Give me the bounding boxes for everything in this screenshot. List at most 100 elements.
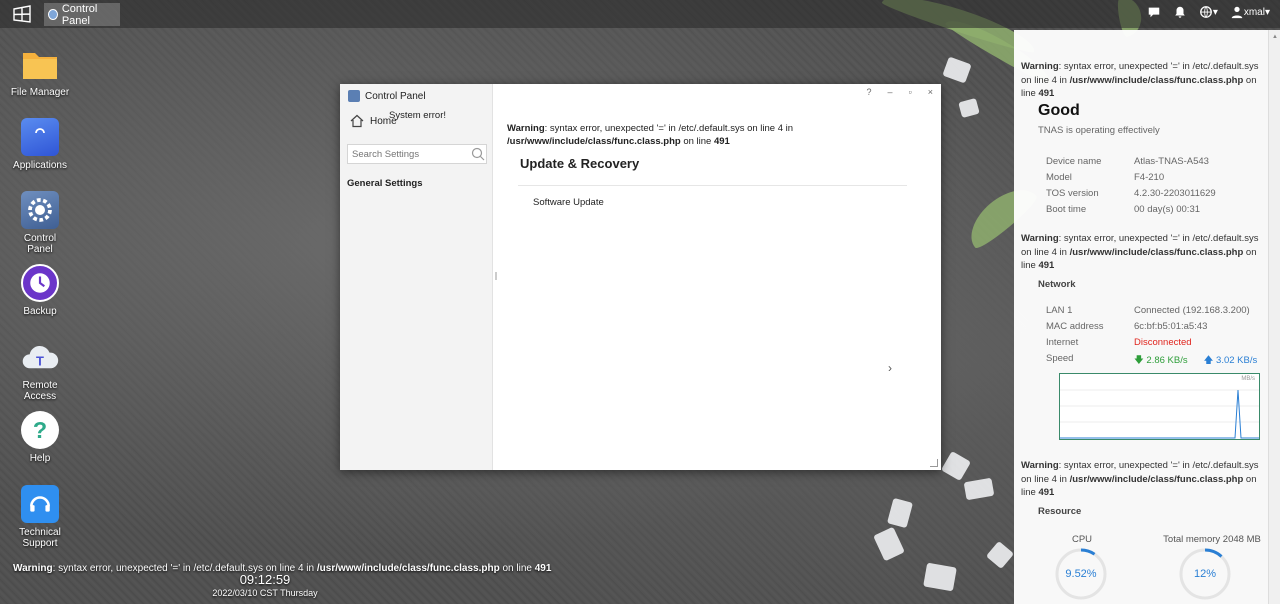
row-key: Speed — [1046, 353, 1074, 364]
desktop-icon-label: Technical Support — [19, 527, 61, 549]
desktop-icon-backup[interactable]: Backup — [0, 264, 80, 317]
status-subtitle: TNAS is operating effectively — [1038, 125, 1160, 136]
row-value: F4-210 — [1134, 172, 1165, 183]
background-salt — [940, 450, 972, 482]
desktop-icon-help[interactable]: ? Help — [0, 411, 80, 464]
background-salt — [942, 56, 972, 84]
warning-text: : syntax error, unexpected '=' in /etc/.… — [544, 123, 794, 134]
cloud-icon: T — [21, 338, 59, 376]
network-section-title: Network — [1038, 279, 1076, 290]
scroll-up-icon[interactable]: ▲ — [1272, 34, 1278, 40]
warning-path: /usr/www/include/class/func.class.php — [507, 136, 681, 147]
clock-time: 09:12:59 — [239, 572, 291, 587]
system-tray: ▾ xmal ▾ — [1147, 5, 1270, 19]
download-speed-value: 2.86 KB/s — [1146, 355, 1188, 366]
status-panel-scrollbar[interactable]: ▲ — [1268, 30, 1280, 604]
chat-icon[interactable] — [1147, 5, 1161, 19]
headset-icon — [21, 485, 59, 523]
sidebar-item-general-settings[interactable]: General Settings — [347, 178, 423, 189]
shopping-bag-icon — [21, 118, 59, 156]
upload-speed-value: 3.02 KB/s — [1216, 355, 1258, 366]
background-salt — [873, 526, 905, 562]
model-row: Model F4-210 — [1046, 172, 1266, 183]
warning-path: /usr/www/include/class/func.class.php — [1069, 473, 1244, 485]
search-settings-input[interactable] — [347, 144, 487, 164]
warning-prefix: Warning — [1021, 61, 1059, 72]
background-salt — [958, 97, 980, 119]
php-warning: Warning: syntax error, unexpected '=' in… — [1021, 459, 1259, 500]
background-salt — [923, 562, 957, 592]
warning-line: 491 — [1038, 260, 1055, 271]
network-speed-chart: MB/s — [1059, 373, 1260, 440]
window-title-bar[interactable]: Control Panel — [348, 90, 426, 102]
warning-path: /usr/www/include/class/func.class.php — [1069, 246, 1244, 258]
background-salt — [963, 477, 995, 501]
home-icon — [350, 114, 364, 128]
bell-icon[interactable] — [1173, 5, 1187, 19]
desktop-icon-label: Help — [29, 453, 51, 464]
download-speed: 🡇 2.86 KB/s — [1134, 353, 1188, 369]
search-icon[interactable] — [471, 147, 485, 161]
svg-text:T: T — [36, 354, 44, 369]
cpu-value: 9.52% — [1065, 568, 1097, 580]
chevron-right-icon[interactable]: › — [888, 361, 892, 375]
desktop-icon-label: Control Panel — [23, 233, 57, 255]
warning-mid: on line — [499, 563, 535, 574]
desktop-icon-control-panel[interactable]: Control Panel — [0, 191, 80, 255]
status-title: Good — [1038, 102, 1080, 119]
speed-row: Speed 🡇 2.86 KB/s 🡅 3.02 KB/s — [1046, 353, 1266, 369]
row-key: LAN 1 — [1046, 305, 1073, 316]
row-key: Device name — [1046, 156, 1102, 167]
mac-address-row: MAC address 6c:bf:b5:01:a5:43 — [1046, 321, 1266, 332]
warning-line: 491 — [534, 563, 552, 574]
software-update-item[interactable]: Software Update — [533, 197, 604, 208]
row-key: MAC address — [1046, 321, 1104, 332]
warning-line: 491 — [1038, 487, 1055, 498]
warning-prefix: Warning — [1021, 233, 1059, 244]
divider — [518, 185, 907, 186]
taskbar-item-label: Control Panel — [61, 2, 98, 27]
cpu-label: CPU — [1071, 534, 1093, 545]
question-icon: ? — [21, 411, 59, 449]
download-series-line — [1060, 389, 1259, 439]
warning-prefix: Warning — [1021, 460, 1059, 471]
memory-value: 12% — [1193, 568, 1217, 580]
desktop-icon-label: Applications — [13, 160, 67, 171]
desktop-icon-file-manager[interactable]: File Manager — [0, 45, 80, 98]
arrow-down-icon: 🡇 — [1134, 355, 1144, 366]
internet-status: Disconnected — [1134, 337, 1192, 348]
gear-icon — [21, 191, 59, 229]
svg-text:?: ? — [33, 417, 47, 443]
php-warning: Warning: syntax error, unexpected '=' in… — [1021, 232, 1259, 273]
warning-mid: on line — [680, 136, 714, 147]
desktop-clock: 09:12:59 2022/03/10 CST Thursday — [200, 572, 330, 598]
row-value: Connected (192.168.3.200) — [1134, 305, 1250, 316]
device-name-row: Device name Atlas-TNAS-A543 — [1046, 156, 1266, 167]
desktop-icon-applications[interactable]: Applications — [0, 118, 80, 171]
window-title: Control Panel — [365, 90, 426, 102]
warning-prefix: Warning — [507, 123, 545, 134]
internet-row: Internet Disconnected — [1046, 337, 1266, 348]
status-panel: Warning: syntax error, unexpected '=' in… — [1014, 30, 1268, 604]
background-salt — [886, 497, 914, 529]
taskbar: Control Panel ▾ xmal ▾ — [0, 0, 1280, 28]
desktop-icon-technical-support[interactable]: Technical Support — [0, 485, 80, 549]
taskbar-item-control-panel[interactable]: Control Panel — [44, 2, 120, 27]
desktop-icon-remote-access[interactable]: T Remote Access — [0, 338, 80, 402]
upload-speed: 🡅 3.02 KB/s — [1204, 353, 1258, 369]
warning-line: 491 — [1038, 88, 1055, 99]
desktop-icon-label: Backup — [23, 306, 57, 317]
window-main: Warning: syntax error, unexpected '=' in… — [493, 84, 941, 470]
start-button[interactable] — [12, 5, 32, 23]
window-resize-handle[interactable] — [930, 459, 938, 467]
user-icon — [1231, 6, 1243, 19]
user-menu[interactable]: xmal ▾ — [1230, 5, 1270, 19]
boot-time-row: Boot time 00 day(s) 00:31 — [1046, 204, 1266, 215]
desktop-icon-label: Remote Access — [22, 380, 58, 402]
warning-line: 491 — [713, 136, 730, 147]
user-name: xmal — [1243, 6, 1265, 18]
language-globe-icon[interactable]: ▾ — [1199, 5, 1218, 19]
row-value: 4.2.30-2203011629 — [1134, 188, 1216, 199]
row-key: Boot time — [1046, 204, 1087, 215]
clock-icon — [21, 264, 59, 302]
